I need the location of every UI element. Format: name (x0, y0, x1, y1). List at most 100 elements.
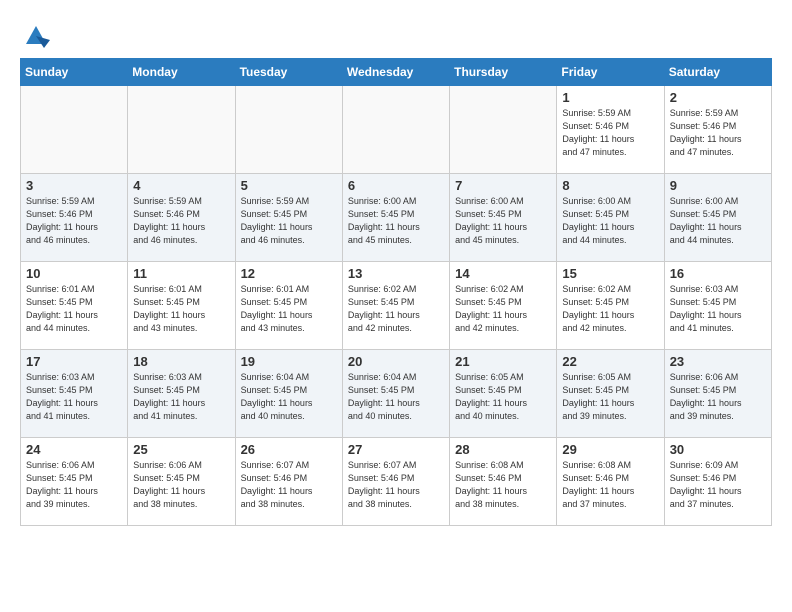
day-number: 19 (241, 354, 337, 369)
weekday-header-wednesday: Wednesday (342, 59, 449, 86)
day-info: Sunrise: 6:03 AM Sunset: 5:45 PM Dayligh… (26, 371, 122, 423)
day-info: Sunrise: 6:08 AM Sunset: 5:46 PM Dayligh… (455, 459, 551, 511)
calendar-cell: 1 Sunrise: 5:59 AM Sunset: 5:46 PM Daylig… (557, 86, 664, 174)
day-info: Sunrise: 6:02 AM Sunset: 5:45 PM Dayligh… (455, 283, 551, 335)
logo (20, 20, 50, 48)
day-number: 25 (133, 442, 229, 457)
calendar-cell: 26 Sunrise: 6:07 AM Sunset: 5:46 PM Dayli… (235, 438, 342, 526)
logo-icon (22, 20, 50, 48)
day-info: Sunrise: 5:59 AM Sunset: 5:46 PM Dayligh… (26, 195, 122, 247)
day-number: 12 (241, 266, 337, 281)
calendar-cell: 20 Sunrise: 6:04 AM Sunset: 5:45 PM Dayli… (342, 350, 449, 438)
header (20, 16, 772, 48)
weekday-header-saturday: Saturday (664, 59, 771, 86)
day-number: 16 (670, 266, 766, 281)
day-info: Sunrise: 6:07 AM Sunset: 5:46 PM Dayligh… (348, 459, 444, 511)
day-number: 3 (26, 178, 122, 193)
day-number: 17 (26, 354, 122, 369)
calendar-cell (128, 86, 235, 174)
calendar-cell: 21 Sunrise: 6:05 AM Sunset: 5:45 PM Dayli… (450, 350, 557, 438)
day-info: Sunrise: 6:03 AM Sunset: 5:45 PM Dayligh… (133, 371, 229, 423)
week-row-2: 3 Sunrise: 5:59 AM Sunset: 5:46 PM Daylig… (21, 174, 772, 262)
day-info: Sunrise: 6:04 AM Sunset: 5:45 PM Dayligh… (241, 371, 337, 423)
day-number: 30 (670, 442, 766, 457)
calendar-cell (21, 86, 128, 174)
day-info: Sunrise: 6:04 AM Sunset: 5:45 PM Dayligh… (348, 371, 444, 423)
day-info: Sunrise: 6:01 AM Sunset: 5:45 PM Dayligh… (133, 283, 229, 335)
day-info: Sunrise: 6:03 AM Sunset: 5:45 PM Dayligh… (670, 283, 766, 335)
day-number: 20 (348, 354, 444, 369)
day-info: Sunrise: 6:02 AM Sunset: 5:45 PM Dayligh… (348, 283, 444, 335)
weekday-header-tuesday: Tuesday (235, 59, 342, 86)
day-info: Sunrise: 6:01 AM Sunset: 5:45 PM Dayligh… (26, 283, 122, 335)
day-number: 15 (562, 266, 658, 281)
calendar-cell (450, 86, 557, 174)
calendar-cell: 17 Sunrise: 6:03 AM Sunset: 5:45 PM Dayli… (21, 350, 128, 438)
calendar-cell: 27 Sunrise: 6:07 AM Sunset: 5:46 PM Dayli… (342, 438, 449, 526)
day-info: Sunrise: 6:00 AM Sunset: 5:45 PM Dayligh… (455, 195, 551, 247)
day-info: Sunrise: 5:59 AM Sunset: 5:46 PM Dayligh… (670, 107, 766, 159)
day-info: Sunrise: 6:00 AM Sunset: 5:45 PM Dayligh… (562, 195, 658, 247)
day-info: Sunrise: 6:06 AM Sunset: 5:45 PM Dayligh… (670, 371, 766, 423)
weekday-header-monday: Monday (128, 59, 235, 86)
day-number: 26 (241, 442, 337, 457)
day-info: Sunrise: 6:08 AM Sunset: 5:46 PM Dayligh… (562, 459, 658, 511)
calendar-cell (235, 86, 342, 174)
calendar-cell: 25 Sunrise: 6:06 AM Sunset: 5:45 PM Dayli… (128, 438, 235, 526)
day-info: Sunrise: 5:59 AM Sunset: 5:46 PM Dayligh… (133, 195, 229, 247)
day-number: 5 (241, 178, 337, 193)
day-number: 14 (455, 266, 551, 281)
calendar-cell: 4 Sunrise: 5:59 AM Sunset: 5:46 PM Daylig… (128, 174, 235, 262)
day-info: Sunrise: 6:05 AM Sunset: 5:45 PM Dayligh… (455, 371, 551, 423)
day-number: 28 (455, 442, 551, 457)
day-number: 8 (562, 178, 658, 193)
day-info: Sunrise: 6:06 AM Sunset: 5:45 PM Dayligh… (26, 459, 122, 511)
day-number: 2 (670, 90, 766, 105)
page: SundayMondayTuesdayWednesdayThursdayFrid… (0, 0, 792, 546)
day-number: 24 (26, 442, 122, 457)
day-info: Sunrise: 5:59 AM Sunset: 5:45 PM Dayligh… (241, 195, 337, 247)
calendar-cell: 2 Sunrise: 5:59 AM Sunset: 5:46 PM Daylig… (664, 86, 771, 174)
calendar-cell: 29Sunrise: 6:08 AM Sunset: 5:46 PM Dayli… (557, 438, 664, 526)
day-number: 9 (670, 178, 766, 193)
day-info: Sunrise: 6:05 AM Sunset: 5:45 PM Dayligh… (562, 371, 658, 423)
weekday-header-friday: Friday (557, 59, 664, 86)
day-info: Sunrise: 6:02 AM Sunset: 5:45 PM Dayligh… (562, 283, 658, 335)
day-number: 13 (348, 266, 444, 281)
calendar-cell: 8 Sunrise: 6:00 AM Sunset: 5:45 PM Daylig… (557, 174, 664, 262)
day-number: 27 (348, 442, 444, 457)
day-number: 18 (133, 354, 229, 369)
weekday-header-thursday: Thursday (450, 59, 557, 86)
calendar-cell: 12 Sunrise: 6:01 AM Sunset: 5:45 PM Dayli… (235, 262, 342, 350)
day-info: Sunrise: 6:06 AM Sunset: 5:45 PM Dayligh… (133, 459, 229, 511)
calendar-cell: 19 Sunrise: 6:04 AM Sunset: 5:45 PM Dayli… (235, 350, 342, 438)
day-number: 7 (455, 178, 551, 193)
calendar-cell: 6Sunrise: 6:00 AM Sunset: 5:45 PM Daylig… (342, 174, 449, 262)
day-number: 1 (562, 90, 658, 105)
calendar-cell: 28 Sunrise: 6:08 AM Sunset: 5:46 PM Dayli… (450, 438, 557, 526)
calendar-cell: 7 Sunrise: 6:00 AM Sunset: 5:45 PM Daylig… (450, 174, 557, 262)
day-info: Sunrise: 5:59 AM Sunset: 5:46 PM Dayligh… (562, 107, 658, 159)
calendar-cell: 18 Sunrise: 6:03 AM Sunset: 5:45 PM Dayli… (128, 350, 235, 438)
calendar: SundayMondayTuesdayWednesdayThursdayFrid… (20, 58, 772, 526)
day-number: 23 (670, 354, 766, 369)
week-row-1: 1 Sunrise: 5:59 AM Sunset: 5:46 PM Daylig… (21, 86, 772, 174)
day-number: 4 (133, 178, 229, 193)
calendar-cell: 5 Sunrise: 5:59 AM Sunset: 5:45 PM Daylig… (235, 174, 342, 262)
calendar-cell: 22 Sunrise: 6:05 AM Sunset: 5:45 PM Dayli… (557, 350, 664, 438)
calendar-cell (342, 86, 449, 174)
week-row-5: 24 Sunrise: 6:06 AM Sunset: 5:45 PM Dayli… (21, 438, 772, 526)
calendar-cell: 16 Sunrise: 6:03 AM Sunset: 5:45 PM Dayli… (664, 262, 771, 350)
day-info: Sunrise: 6:00 AM Sunset: 5:45 PM Dayligh… (670, 195, 766, 247)
week-row-4: 17 Sunrise: 6:03 AM Sunset: 5:45 PM Dayli… (21, 350, 772, 438)
day-info: Sunrise: 6:07 AM Sunset: 5:46 PM Dayligh… (241, 459, 337, 511)
day-info: Sunrise: 6:01 AM Sunset: 5:45 PM Dayligh… (241, 283, 337, 335)
day-number: 22 (562, 354, 658, 369)
calendar-cell: 10Sunrise: 6:01 AM Sunset: 5:45 PM Dayli… (21, 262, 128, 350)
day-number: 6 (348, 178, 444, 193)
calendar-cell: 15 Sunrise: 6:02 AM Sunset: 5:45 PM Dayli… (557, 262, 664, 350)
calendar-cell: 30Sunrise: 6:09 AM Sunset: 5:46 PM Dayli… (664, 438, 771, 526)
day-number: 21 (455, 354, 551, 369)
weekday-header-row: SundayMondayTuesdayWednesdayThursdayFrid… (21, 59, 772, 86)
calendar-cell: 23 Sunrise: 6:06 AM Sunset: 5:45 PM Dayli… (664, 350, 771, 438)
